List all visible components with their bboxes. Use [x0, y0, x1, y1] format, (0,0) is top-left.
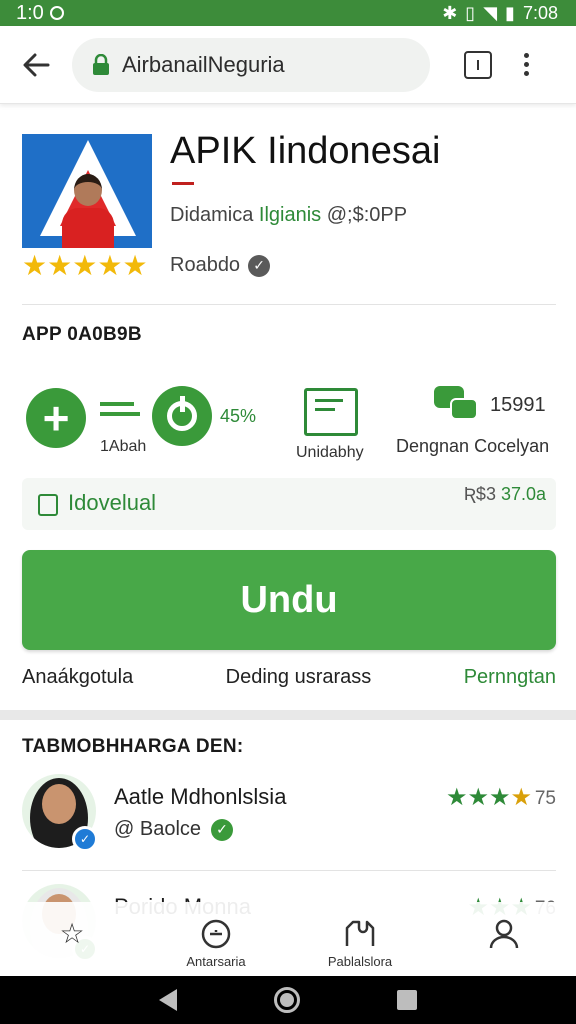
chat-icon — [434, 386, 480, 422]
review-score: 75 — [534, 788, 556, 809]
star-full-icon: ★ — [97, 250, 123, 281]
stat-label-2: Unidabhy — [296, 444, 364, 461]
tab-switcher-icon — [477, 59, 479, 70]
battery-icon: ▮ — [505, 2, 515, 23]
document-icon — [304, 388, 358, 436]
back-button[interactable] — [0, 26, 72, 104]
vibrate-icon: ▯ — [465, 2, 476, 23]
rating-text: Roabdo — [170, 254, 241, 276]
star-half-icon: ★ — [510, 784, 532, 811]
divider — [22, 304, 556, 305]
url-bar[interactable]: AirbanailNeguria — [72, 37, 430, 92]
developer-prefix: Didamica — [170, 204, 259, 226]
logo-person — [62, 174, 114, 248]
stat-value-3: 15991 — [490, 394, 546, 416]
meta-row: Anaákgotula Deding usrarass Pernngtan — [22, 666, 556, 689]
verified-check-icon: ✓ — [248, 254, 271, 277]
app-logo — [22, 134, 152, 248]
menu-dot — [524, 53, 529, 58]
price-strip: Idovelual Ʀ$3 37.0a — [22, 478, 556, 530]
meta-right-link[interactable]: Pernngtan — [464, 666, 556, 689]
compass-icon — [200, 918, 232, 950]
logo-shirt — [62, 208, 114, 248]
star-full-icon: ★ — [22, 250, 48, 281]
star-icon: ☆ — [59, 918, 85, 949]
nav-item-explore[interactable]: Antarsaria — [166, 918, 266, 969]
list-lines-icon — [100, 402, 140, 422]
stat-percent: 45% — [220, 406, 257, 426]
rating-label: Roabdo ✓ — [170, 254, 271, 277]
star-full-icon: ★ — [467, 784, 489, 811]
developer-suffix: @;$:0PP — [321, 204, 408, 226]
arrow-left-icon — [23, 53, 50, 76]
developer-line[interactable]: Didamica Ilgianis @;$:0PP — [170, 204, 407, 227]
system-home-icon[interactable] — [273, 987, 300, 1013]
plus-icon[interactable]: + — [26, 388, 86, 448]
stat-label-1: 1Abah — [100, 438, 147, 455]
rating-stars: ★ ★ ★ ★ ★ — [22, 252, 148, 280]
verified-badge-icon: ✓ — [72, 826, 98, 852]
puzzle-icon — [343, 918, 377, 950]
developer-link[interactable]: Ilgianis — [259, 204, 321, 226]
url-text: AirbanailNeguria — [122, 51, 285, 77]
price-prefix: Ʀ$3 — [463, 484, 501, 504]
section-app-label: APP 0A0B9B — [22, 324, 142, 345]
browser-toolbar: AirbanailNeguria — [0, 26, 576, 104]
divider — [22, 870, 556, 871]
status-left: 1:0 — [16, 2, 64, 25]
reviewer-sub: @ Baolce ✓ — [114, 818, 234, 841]
system-navigation — [0, 976, 576, 1024]
bluetooth-icon: ✱ — [442, 2, 458, 23]
install-button[interactable]: Undu — [22, 550, 556, 650]
review-item[interactable]: ✓ Aatle Mdhonlslsia @ Baolce ✓ ★ ★ ★ ★ 75 — [22, 774, 556, 858]
nav-label: Pablalslora — [327, 954, 393, 969]
status-bar: 1:0 ✱ ▯ ◥ ▮ 7:08 — [0, 0, 576, 26]
star-full-icon: ★ — [47, 250, 73, 281]
overflow-menu-button[interactable] — [524, 53, 529, 76]
nav-item-account[interactable] — [454, 918, 554, 954]
star-full-icon: ★ — [445, 784, 468, 811]
notification-icon — [49, 6, 64, 20]
person-icon — [488, 918, 520, 950]
system-recents-icon[interactable] — [397, 990, 418, 1010]
bottom-navigation: ☆ Antarsaria Pablalslora — [0, 902, 576, 976]
price-amount: 37.0a — [500, 484, 546, 504]
status-time: 1:0 — [16, 1, 44, 24]
menu-dot — [524, 62, 529, 67]
status-right: ✱ ▯ ◥ ▮ 7:08 — [442, 3, 558, 24]
lock-icon — [93, 53, 109, 75]
star-half-icon: ★ — [122, 250, 148, 281]
shopping-bag-icon — [38, 494, 58, 516]
wifi-icon: ◥ — [483, 2, 498, 23]
app-header: APIK Iindonesai Didamica Ilgianis @;$:0P… — [22, 130, 556, 280]
nav-label: Antarsaria — [186, 954, 246, 969]
stats-row: + 1Abah 45% Unidabhy 15991 Dengnan Cocel… — [22, 380, 556, 470]
power-icon[interactable] — [152, 386, 212, 446]
status-clock: 7:08 — [522, 2, 558, 23]
app-title: APIK Iindonesai — [170, 130, 441, 172]
menu-dot — [524, 71, 529, 76]
system-back-icon[interactable] — [158, 989, 177, 1011]
review-stars: ★ ★ ★ ★ — [446, 786, 532, 810]
reviews-heading: TABMOBHHARGA DEN: — [22, 736, 244, 757]
nav-item-favorites[interactable]: ☆ — [22, 918, 122, 954]
stat-label-3: Dengnan Cocelyan — [396, 436, 550, 456]
meta-middle: Deding usrarass — [225, 666, 372, 688]
avatar-face — [42, 784, 76, 824]
star-full-icon: ★ — [72, 250, 98, 281]
meta-left: Anaákgotula — [22, 666, 134, 688]
logo-head — [74, 174, 102, 206]
check-icon: ✓ — [211, 818, 234, 841]
title-underline — [172, 182, 194, 185]
reviewer-name: Aatle Mdhonlslsia — [114, 784, 287, 809]
reviewer-handle: @ Baolce — [114, 818, 202, 840]
tab-switcher-button[interactable] — [464, 50, 492, 79]
section-band — [0, 710, 576, 720]
price-value: Ʀ$3 37.0a — [464, 484, 546, 505]
nav-item-library[interactable]: Pablalslora — [310, 918, 410, 969]
star-full-icon: ★ — [488, 784, 511, 811]
price-label: Idovelual — [68, 490, 157, 515]
